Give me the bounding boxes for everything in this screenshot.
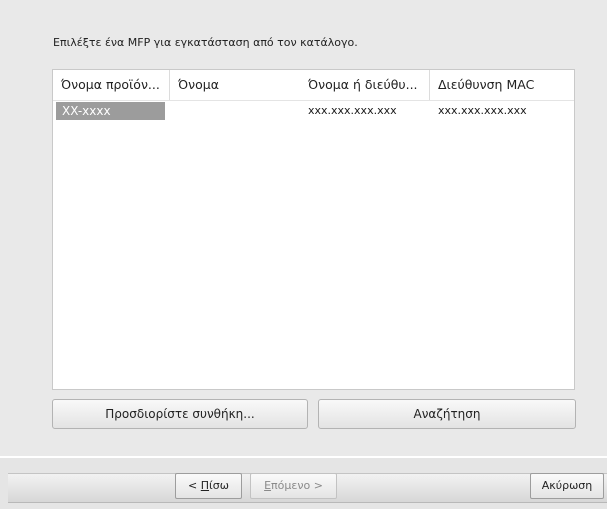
next-button-access-key: Ε: [264, 479, 272, 492]
column-header-address[interactable]: Όνομα ή διεύθυ...: [300, 70, 430, 100]
back-button-label: ίσω: [209, 479, 229, 492]
column-header-name[interactable]: Όνομα: [170, 70, 300, 100]
table-row[interactable]: XX-xxxx xxx.xxx.xxx.xxx xxx.xxx.xxx.xxx: [53, 102, 574, 120]
next-button[interactable]: Επόμενο >: [250, 473, 337, 499]
next-button-label: πόμενο >: [271, 479, 323, 492]
search-button[interactable]: Αναζήτηση: [318, 399, 576, 429]
dialog-content: Επιλέξτε ένα MFP για εγκατάσταση από τον…: [0, 0, 607, 456]
back-button-access-key: Π: [200, 479, 210, 492]
cell-mac: xxx.xxx.xxx.xxx: [438, 104, 527, 117]
cell-name: [170, 102, 300, 120]
back-button-prefix: <: [188, 479, 201, 492]
cell-product-name: XX-xxxx: [56, 102, 165, 120]
cancel-button[interactable]: Ακύρωση: [530, 473, 604, 499]
cell-address: xxx.xxx.xxx.xxx: [308, 104, 397, 117]
back-button[interactable]: < Πίσω: [175, 473, 242, 499]
printer-list[interactable]: Όνομα προϊόν... Όνομα Όνομα ή διεύθυ... …: [52, 69, 575, 390]
instruction-text: Επιλέξτε ένα MFP για εγκατάσταση από τον…: [53, 36, 358, 49]
specify-condition-button[interactable]: Προσδιορίστε συνθήκη...: [52, 399, 308, 429]
column-header-product-name[interactable]: Όνομα προϊόν...: [53, 70, 170, 100]
column-header-mac[interactable]: Διεύθυνση MAC: [430, 70, 576, 100]
list-header: Όνομα προϊόν... Όνομα Όνομα ή διεύθυ... …: [53, 70, 574, 101]
